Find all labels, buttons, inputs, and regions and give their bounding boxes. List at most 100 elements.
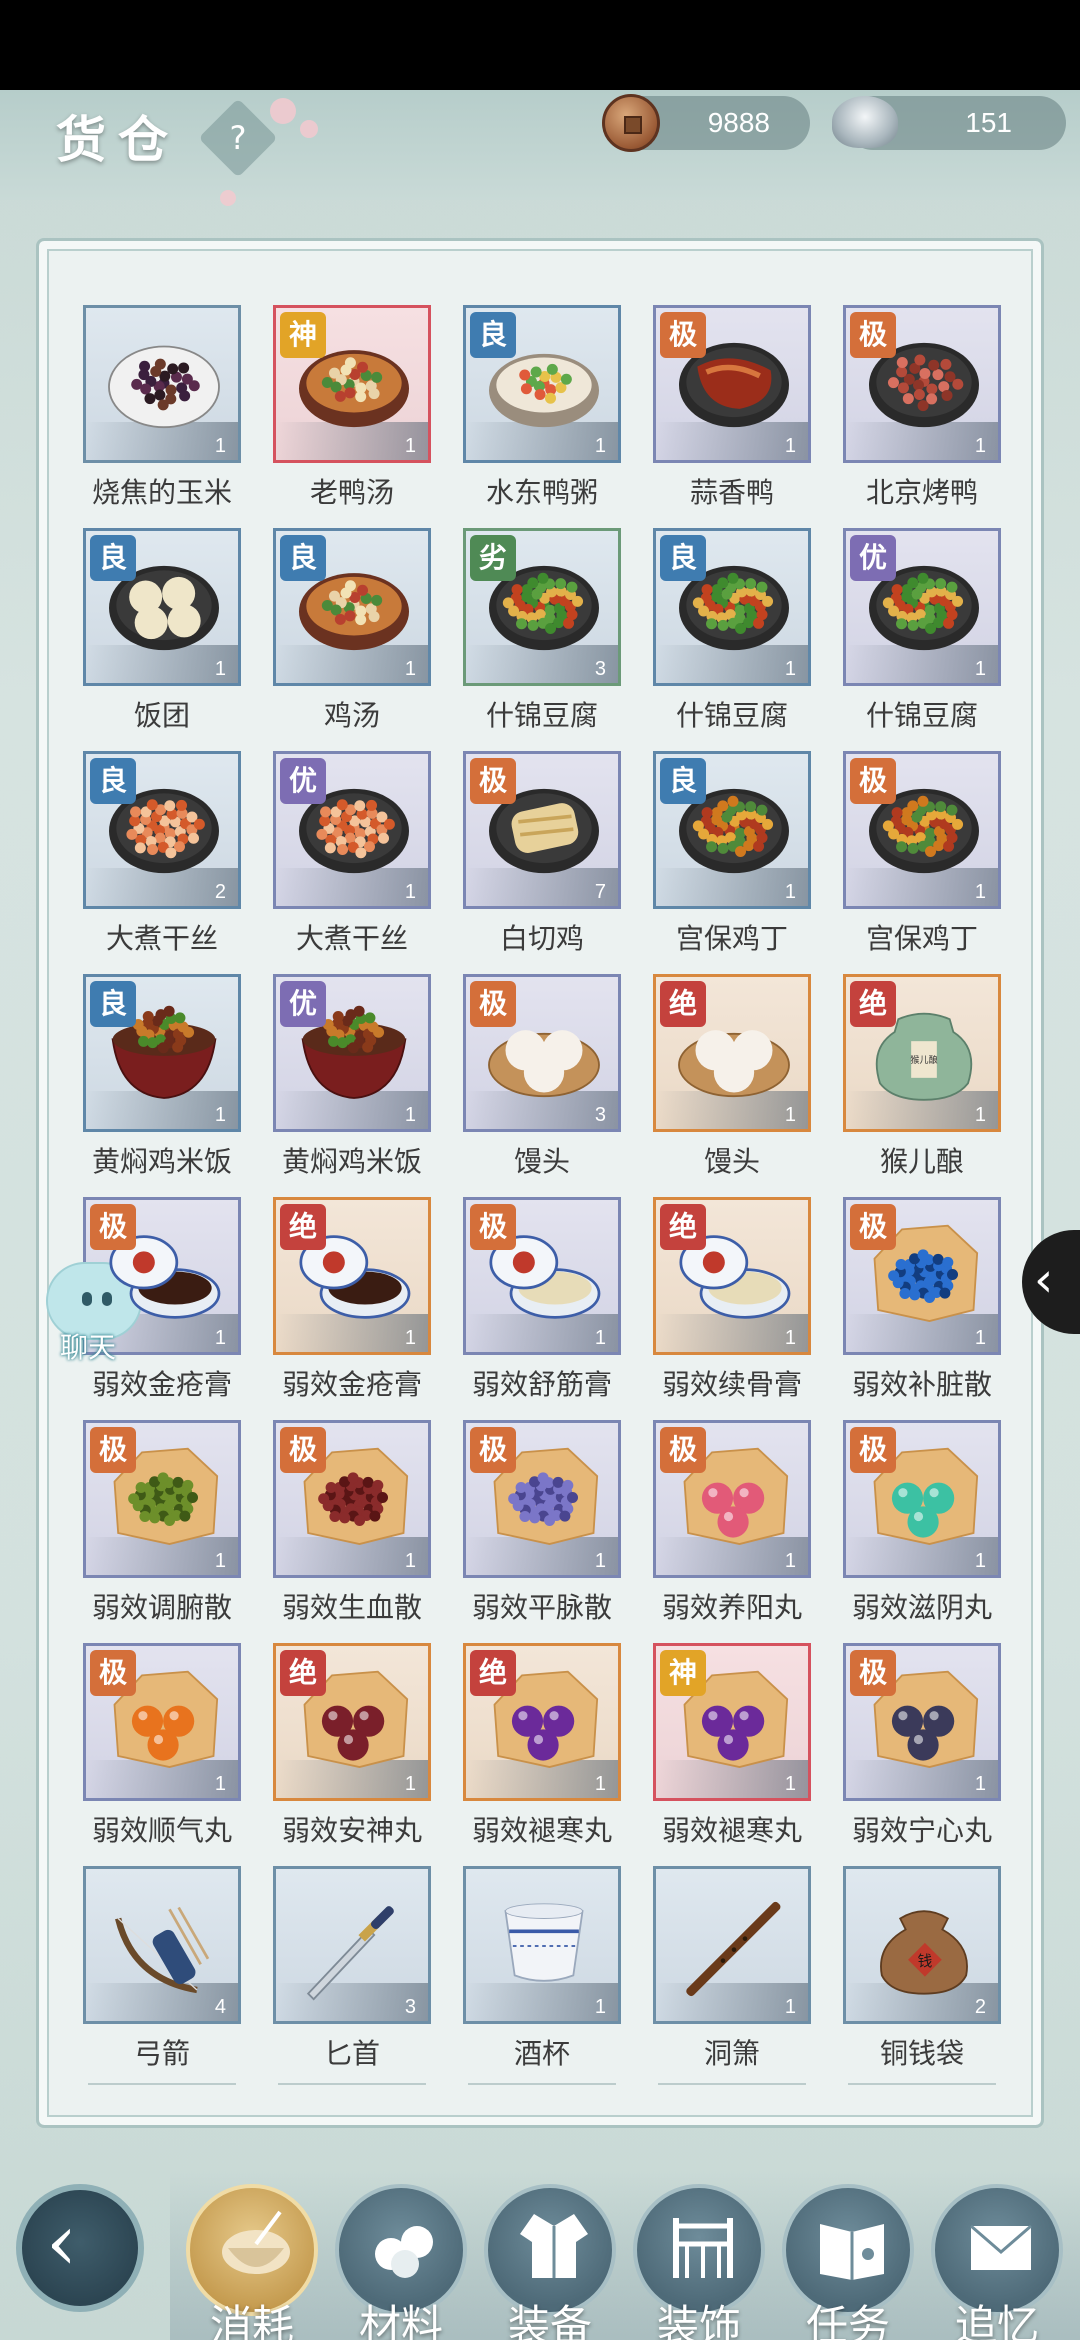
inventory-item[interactable]: 1 酒杯 xyxy=(463,1866,621,2076)
nav-tab-bowl[interactable]: 消耗 xyxy=(186,2184,318,2340)
item-quantity: 1 xyxy=(784,435,796,457)
nav-tab-robe[interactable]: 装备 xyxy=(484,2184,616,2340)
item-name: 鸡汤 xyxy=(323,699,380,732)
inventory-item[interactable]: 极 1 弱效平脉散 xyxy=(463,1420,621,1630)
back-button[interactable]: ‹ xyxy=(16,2184,144,2312)
item-name: 酒杯 xyxy=(513,2037,570,2070)
inventory-item[interactable]: 极 1 弱效生血散 xyxy=(273,1420,431,1630)
inventory-item[interactable]: 良 1 水东鸭粥 xyxy=(463,305,621,515)
inventory-item[interactable]: 极 1 弱效滋阴丸 xyxy=(843,1420,1001,1630)
inventory-item[interactable]: 良 1 宫保鸡丁 xyxy=(653,751,811,961)
inventory-item[interactable]: 绝 1 弱效安神丸 xyxy=(273,1643,431,1853)
item-name: 饭团 xyxy=(133,699,190,732)
rarity-badge: 良 xyxy=(660,758,706,804)
item-quantity: 1 xyxy=(404,1327,416,1349)
inventory-item[interactable]: 良 1 什锦豆腐 xyxy=(653,528,811,738)
item-quantity: 4 xyxy=(214,1996,226,2018)
inventory-item[interactable]: 极 3 馒头 xyxy=(463,974,621,1184)
inventory-item[interactable]: 1 洞箫 xyxy=(653,1866,811,2076)
inventory-item[interactable]: 良 2 大煮干丝 xyxy=(83,751,241,961)
inventory-item[interactable]: 良 1 黄焖鸡米饭 xyxy=(83,974,241,1184)
item-slot: 极1 xyxy=(83,1197,241,1355)
inventory-item[interactable]: 绝 1 弱效续骨膏 xyxy=(653,1197,811,1407)
inventory-item[interactable]: 极 1 弱效顺气丸 xyxy=(83,1643,241,1853)
inventory-item[interactable]: 1 烧焦的玉米 xyxy=(83,305,241,515)
inventory-item[interactable]: 优 1 黄焖鸡米饭 xyxy=(273,974,431,1184)
silver-ingot-counter: 151 xyxy=(832,96,1066,150)
rarity-badge: 良 xyxy=(90,758,136,804)
rarity-badge: 劣 xyxy=(470,535,516,581)
nav-tab-letter[interactable]: 追忆 xyxy=(931,2184,1063,2340)
inventory-item[interactable]: 极 1 弱效养阳丸 xyxy=(653,1420,811,1630)
rarity-badge: 良 xyxy=(90,981,136,1027)
inventory-item[interactable]: 极 1 北京烤鸭 xyxy=(843,305,1001,515)
inventory-item[interactable]: 极 1 蒜香鸭 xyxy=(653,305,811,515)
item-name: 弱效续骨膏 xyxy=(661,1368,802,1401)
rarity-badge: 极 xyxy=(850,758,896,804)
item-name: 洞箫 xyxy=(703,2037,760,2070)
item-name: 大煮干丝 xyxy=(105,922,218,955)
inventory-item[interactable]: 良 1 饭团 xyxy=(83,528,241,738)
inventory-item[interactable]: 极 1 弱效金疮膏 xyxy=(83,1197,241,1407)
corn-icon xyxy=(108,345,220,429)
item-slot: 良1 xyxy=(463,305,621,463)
inventory-item[interactable]: 优 1 大煮干丝 xyxy=(273,751,431,961)
rarity-badge: 良 xyxy=(470,312,516,358)
nav-tab-bridge[interactable]: 装饰 xyxy=(633,2184,765,2340)
svg-text:猴儿酿: 猴儿酿 xyxy=(910,1054,937,1066)
item-name: 什锦豆腐 xyxy=(865,699,978,732)
rarity-badge: 神 xyxy=(280,312,326,358)
item-name: 蒜香鸭 xyxy=(689,476,774,509)
inventory-item[interactable]: 极 1 弱效舒筋膏 xyxy=(463,1197,621,1407)
flute-icon xyxy=(686,1901,781,1997)
inventory-item[interactable]: 神 1 弱效褪寒丸 xyxy=(653,1643,811,1853)
nav-tab-book[interactable]: 任务 xyxy=(782,2184,914,2340)
item-slot: 4 xyxy=(83,1866,241,2024)
bottom-nav: ‹ 消耗 材料 装备 装饰 任务 追忆 xyxy=(0,2140,1080,2340)
rarity-badge: 极 xyxy=(850,1650,896,1696)
inventory-item[interactable]: 极 1 弱效调腑散 xyxy=(83,1420,241,1630)
inventory-item[interactable]: 绝 1 馒头 xyxy=(653,974,811,1184)
robe-icon xyxy=(520,2214,588,2278)
inventory-item[interactable]: 劣 3 什锦豆腐 xyxy=(463,528,621,738)
item-name: 猴儿酿 xyxy=(879,1145,964,1178)
inventory-item[interactable]: 绝 1 弱效褪寒丸 xyxy=(463,1643,621,1853)
item-name: 弓箭 xyxy=(133,2037,190,2070)
silver-ingot-value: 151 xyxy=(965,107,1012,138)
rarity-badge: 极 xyxy=(90,1650,136,1696)
item-slot: 3 xyxy=(273,1866,431,2024)
item-quantity: 2 xyxy=(214,881,226,903)
item-name: 弱效褪寒丸 xyxy=(661,1814,802,1847)
inventory-item[interactable]: 良 1 鸡汤 xyxy=(273,528,431,738)
page-title: 货仓 xyxy=(56,110,180,169)
item-quantity: 1 xyxy=(214,1327,226,1349)
inventory-item[interactable]: 钱 2 铜钱袋 xyxy=(843,1866,1001,2076)
item-quantity: 1 xyxy=(404,1550,416,1572)
blossom-decoration xyxy=(220,190,236,206)
inventory-item[interactable]: 极 7 白切鸡 xyxy=(463,751,621,961)
inventory-item[interactable]: 极 1 弱效宁心丸 xyxy=(843,1643,1001,1853)
inventory-item[interactable]: 优 1 什锦豆腐 xyxy=(843,528,1001,738)
inventory-item[interactable]: 极 1 宫保鸡丁 xyxy=(843,751,1001,961)
item-slot: 良1 xyxy=(653,528,811,686)
inventory-item[interactable]: 4 弓箭 xyxy=(83,1866,241,2076)
copper-coin-counter: 9888 xyxy=(602,94,810,152)
nav-tab-materials[interactable]: 材料 xyxy=(335,2184,467,2340)
inventory-item[interactable]: 绝 1 弱效金疮膏 xyxy=(273,1197,431,1407)
item-name: 铜钱袋 xyxy=(879,2037,964,2070)
inventory-item[interactable]: 神 1 老鸭汤 xyxy=(273,305,431,515)
item-slot: 1 xyxy=(463,1866,621,2024)
item-quantity: 1 xyxy=(974,658,986,680)
item-name: 弱效安神丸 xyxy=(281,1814,422,1847)
item-name: 弱效顺气丸 xyxy=(91,1814,232,1847)
item-quantity: 1 xyxy=(594,435,606,457)
inventory-item[interactable]: 3 匕首 xyxy=(273,1866,431,2076)
item-name: 弱效舒筋膏 xyxy=(471,1368,612,1401)
item-name: 馒头 xyxy=(513,1145,570,1178)
inventory-item[interactable]: 绝猴儿酿 1 猴儿酿 xyxy=(843,974,1001,1184)
item-name: 宫保鸡丁 xyxy=(675,922,788,955)
help-button[interactable]: ? xyxy=(198,98,278,178)
materials-icon xyxy=(375,2226,433,2278)
tab-label: 消耗 xyxy=(209,2301,294,2340)
inventory-item[interactable]: 极 1 弱效补脏散 xyxy=(843,1197,1001,1407)
